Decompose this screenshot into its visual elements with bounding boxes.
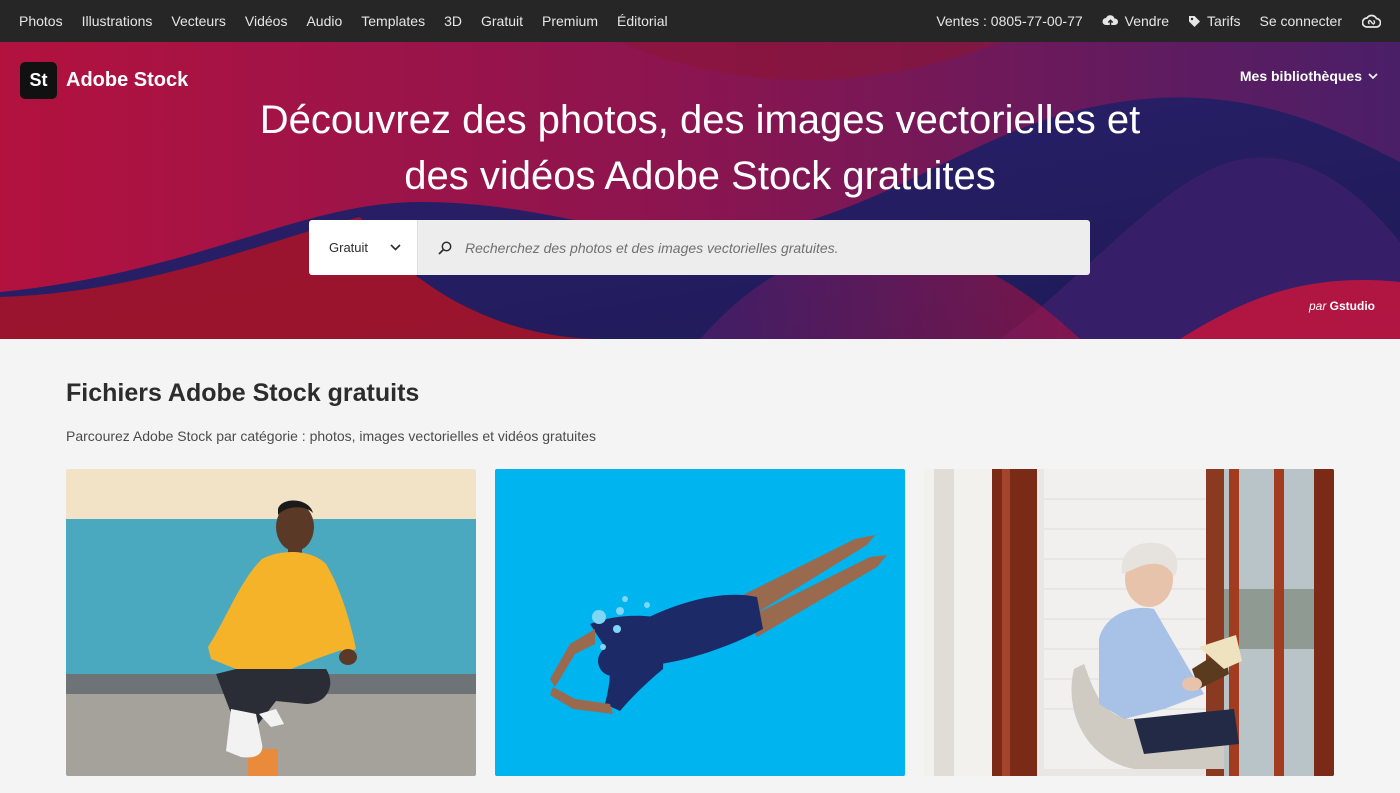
page-title: Découvrez des photos, des images vectori… — [0, 92, 1400, 204]
nav-link-3d[interactable]: 3D — [444, 13, 462, 29]
category-card-photos[interactable] — [66, 469, 476, 776]
dropdown-value: Gratuit — [329, 240, 369, 255]
category-links: Photos Illustrations Vecteurs Vidéos Aud… — [19, 13, 687, 29]
nav-link-videos[interactable]: Vidéos — [245, 13, 288, 29]
image-credit[interactable]: par Gstudio — [1309, 299, 1375, 313]
pricing-label: Tarifs — [1207, 13, 1241, 29]
my-libraries-label: Mes bibliothèques — [1239, 68, 1362, 84]
nav-link-illustrations[interactable]: Illustrations — [82, 13, 153, 29]
category-card-vectors[interactable] — [495, 469, 905, 776]
credit-author: Gstudio — [1329, 299, 1375, 313]
account-links: Ventes : 0805-77-00-77 Vendre Tarifs Se … — [917, 13, 1381, 29]
category-card-photos-elderly[interactable] — [924, 469, 1334, 776]
creative-cloud-icon[interactable] — [1362, 14, 1381, 29]
main-content: Fichiers Adobe Stock gratuits Parcourez … — [0, 339, 1400, 776]
search-bar: Gratuit — [309, 220, 1090, 275]
nav-link-free[interactable]: Gratuit — [481, 13, 523, 29]
top-navigation: Photos Illustrations Vecteurs Vidéos Aud… — [0, 0, 1400, 42]
brand-name: Adobe Stock — [66, 69, 189, 91]
content-type-dropdown[interactable]: Gratuit — [309, 220, 418, 275]
sell-label: Vendre — [1124, 13, 1170, 29]
hero-banner: St Adobe Stock Mes bibliothèques Découvr… — [0, 42, 1400, 339]
nav-link-photos[interactable]: Photos — [19, 13, 63, 29]
category-grid — [66, 469, 1334, 776]
nav-link-editorial[interactable]: Éditorial — [617, 13, 668, 29]
page-title-line-1: Découvrez des photos, des images vectori… — [259, 98, 1141, 142]
search-field — [418, 220, 1090, 275]
nav-link-vectors[interactable]: Vecteurs — [171, 13, 225, 29]
tag-icon — [1189, 15, 1201, 27]
chevron-down-icon — [390, 244, 401, 251]
search-icon — [438, 241, 452, 255]
nav-link-audio[interactable]: Audio — [306, 13, 342, 29]
pricing-link[interactable]: Tarifs — [1188, 13, 1241, 29]
vector-thumbnail — [495, 469, 905, 776]
my-libraries-button[interactable]: Mes bibliothèques — [1240, 68, 1378, 84]
page-title-line-2: des vidéos Adobe Stock gratuites — [404, 154, 996, 198]
nav-link-premium[interactable]: Premium — [542, 13, 598, 29]
section-subheading: Parcourez Adobe Stock par catégorie : ph… — [66, 428, 596, 444]
credit-prefix: par — [1308, 299, 1327, 313]
photo-thumbnail — [66, 469, 476, 776]
cloud-upload-icon — [1102, 15, 1118, 27]
sell-link[interactable]: Vendre — [1102, 13, 1169, 29]
nav-link-templates[interactable]: Templates — [361, 13, 425, 29]
section-heading: Fichiers Adobe Stock gratuits — [66, 379, 420, 407]
login-link[interactable]: Se connecter — [1260, 13, 1343, 29]
chevron-down-icon — [1368, 73, 1378, 79]
search-input[interactable] — [465, 239, 1065, 256]
sales-phone: Ventes : 0805-77-00-77 — [936, 13, 1083, 29]
photo-thumbnail — [924, 469, 1334, 776]
